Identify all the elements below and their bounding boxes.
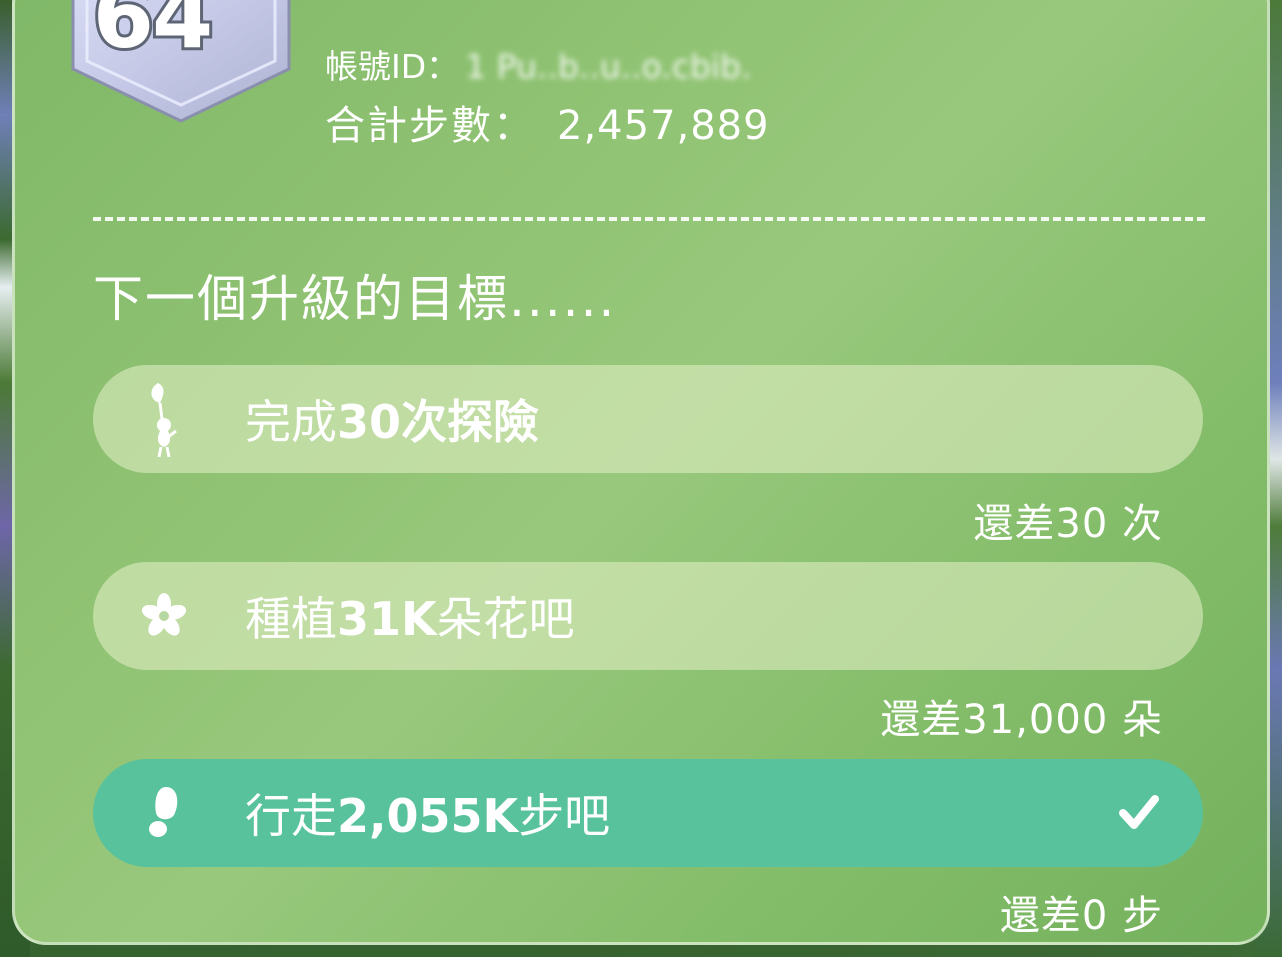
account-id-line: 帳號ID： 1 Pu..b..u..o.cbib. <box>325 40 751 88</box>
pikmin-sprout-icon <box>129 365 199 473</box>
goal-text: 種植31K朵花吧 <box>245 583 575 649</box>
goal-remaining-steps: 還差0 步 <box>999 893 1163 939</box>
goal-flowers: 種植31K朵花吧 <box>93 562 1203 670</box>
total-steps-value: 2,457,889 <box>557 103 770 149</box>
goal-prefix: 種植 <box>245 592 337 646</box>
level-number: 64 <box>90 0 216 71</box>
goal-suffix: 步吧 <box>518 789 611 843</box>
goal-target: 31K <box>337 592 437 646</box>
goal-target: 2,055K <box>337 789 519 843</box>
account-id-value: 1 Pu..b..u..o.cbib. <box>465 47 752 86</box>
total-steps-line: 合計步數： 2,457,889 <box>325 93 770 151</box>
flower-icon <box>129 562 199 670</box>
goal-remaining-flowers: 還差31,000 朵 <box>880 697 1163 743</box>
goal-text: 完成30次探險 <box>245 386 539 452</box>
goal-prefix: 完成 <box>245 395 337 449</box>
footprint-icon <box>129 759 199 867</box>
total-steps-label: 合計步數： <box>325 103 535 149</box>
dashed-divider <box>93 217 1205 221</box>
account-id-label: 帳號ID： <box>325 47 460 86</box>
goal-steps: 行走2,055K步吧 <box>93 759 1203 867</box>
goal-expeditions: 完成30次探險 <box>93 365 1203 473</box>
checkmark-icon <box>1119 795 1159 829</box>
goal-text: 行走2,055K步吧 <box>245 780 610 846</box>
goal-remaining-expeditions: 還差30 次 <box>973 501 1163 547</box>
level-badge: 64 <box>67 0 295 123</box>
goal-prefix: 行走 <box>245 789 337 843</box>
next-level-goals-title: 下一個升級的目標...... <box>93 270 617 328</box>
goal-target: 30次探險 <box>337 395 540 449</box>
level-up-panel: 64 帳號ID： 1 Pu..b..u..o.cbib. 合計步數： 2,457,8… <box>12 0 1270 945</box>
goal-suffix: 朵花吧 <box>436 592 575 646</box>
